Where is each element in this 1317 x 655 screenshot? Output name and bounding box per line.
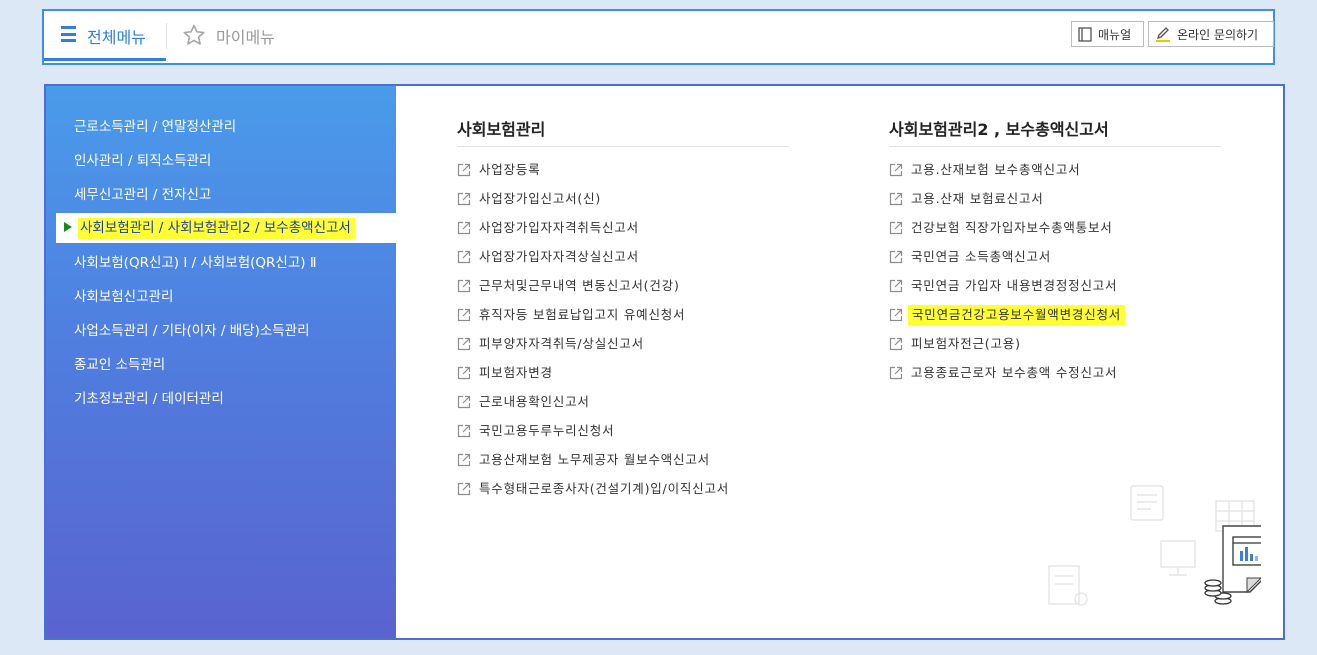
manual-button[interactable]: 매뉴얼 [1071, 21, 1144, 47]
sidebar-item-hr[interactable]: 인사관리 / 퇴직소득관리 [74, 151, 211, 171]
menu-panel: 근로소득관리 / 연말정산관리 인사관리 / 퇴직소득관리 세무신고관리 / 전… [44, 84, 1285, 640]
star-icon [183, 24, 205, 45]
external-link-icon [889, 279, 903, 293]
sidebar-item-qr[interactable]: 사회보험(QR신고) Ⅰ / 사회보험(QR신고) Ⅱ [74, 253, 316, 273]
sidebar-item-religious[interactable]: 종교인 소득관리 [74, 355, 165, 375]
menu-link-label: 사업장가입자자격상실신고서 [479, 249, 639, 264]
menu-link-label: 국민연금 가입자 내용변경정정신고서 [911, 278, 1118, 293]
external-link-icon [889, 337, 903, 351]
top-menu-bar: 전체메뉴 마이메뉴 매뉴얼 온라인 문의하기 [42, 9, 1275, 65]
column-divider [457, 146, 789, 147]
external-link-icon [889, 192, 903, 206]
external-link-icon [457, 424, 471, 438]
manual-button-label: 매뉴얼 [1098, 27, 1132, 42]
menu-link-label: 사업장가입자자격취득신고서 [479, 220, 639, 235]
external-link-icon [457, 279, 471, 293]
external-link-icon [457, 366, 471, 380]
online-inquiry-button-label: 온라인 문의하기 [1177, 27, 1259, 42]
external-link-icon [457, 453, 471, 467]
external-link-icon [889, 308, 903, 322]
menu-link-label: 고용.산재보험 보수총액신고서 [911, 162, 1081, 177]
book-icon [1078, 26, 1092, 42]
external-link-icon [457, 482, 471, 496]
column-divider [889, 146, 1221, 147]
tab-all-menu[interactable]: 전체메뉴 [44, 11, 166, 61]
external-link-icon [457, 192, 471, 206]
menu-link-label: 국민연금건강고용보수월액변경신청서 [908, 305, 1126, 325]
menu-link-label: 근무처및근무내역 변동신고서(건강) [479, 278, 680, 293]
external-link-icon [457, 337, 471, 351]
menu-link-label: 국민연금 소득총액신고서 [911, 249, 1052, 264]
tab-divider [166, 23, 167, 49]
sidebar-item-social-insurance[interactable]: 사회보험관리 / 사회보험관리2 / 보수총액신고서 [56, 213, 396, 243]
external-link-icon [457, 163, 471, 177]
menu-link-label: 국민고용두루누리신청서 [479, 423, 615, 438]
external-link-icon [889, 221, 903, 235]
documents-illustration [1048, 485, 1261, 606]
menu-link-label: 고용산재보험 노무제공자 월보수액신고서 [479, 452, 710, 467]
tab-all-menu-label: 전체메뉴 [87, 28, 146, 47]
menu-link-label: 피보험자변경 [479, 365, 553, 380]
external-link-icon [457, 395, 471, 409]
tab-my-menu-label: 마이메뉴 [216, 28, 275, 47]
online-inquiry-button[interactable]: 온라인 문의하기 [1148, 21, 1274, 47]
sidebar-item-income[interactable]: 근로소득관리 / 연말정산관리 [74, 117, 236, 137]
menu-link-label: 사업장가입신고서(신) [479, 191, 602, 206]
sidebar-item-insurance-report[interactable]: 사회보험신고관리 [74, 287, 173, 307]
category-sidebar: 근로소득관리 / 연말정산관리 인사관리 / 퇴직소득관리 세무신고관리 / 전… [46, 86, 396, 638]
menu-link-label: 특수형태근로종사자(건설기계)입/이직신고서 [479, 481, 730, 496]
menu-link-label: 피부양자자격취득/상실신고서 [479, 336, 644, 351]
menu-link-label: 건강보험 직장가입자보수총액통보서 [911, 220, 1113, 235]
menu-link-label: 근로내용확인신고서 [479, 394, 590, 409]
external-link-icon [457, 250, 471, 264]
external-link-icon [457, 308, 471, 322]
column-title-social-insurance-2: 사회보험관리2 , 보수총액신고서 [889, 120, 1109, 139]
sidebar-item-basic-data[interactable]: 기초정보관리 / 데이터관리 [74, 389, 224, 409]
hamburger-icon [61, 26, 76, 42]
external-link-icon [457, 221, 471, 235]
column-title-social-insurance: 사회보험관리 [457, 120, 546, 139]
sidebar-item-business-income[interactable]: 사업소득관리 / 기타(이자 / 배당)소득관리 [74, 321, 310, 341]
sidebar-item-tax[interactable]: 세무신고관리 / 전자신고 [74, 185, 211, 205]
pencil-icon [1156, 27, 1170, 42]
external-link-icon [889, 250, 903, 264]
external-link-icon [889, 163, 903, 177]
sidebar-item-social-insurance-label: 사회보험관리 / 사회보험관리2 / 보수총액신고서 [78, 218, 355, 239]
menu-link-label: 사업장등록 [479, 162, 541, 177]
arrow-right-icon [64, 222, 72, 232]
menu-link-label: 휴직자등 보험료납입고지 유예신청서 [479, 307, 686, 322]
menu-link-label: 고용종료근로자 보수총액 수정신고서 [911, 365, 1118, 380]
menu-link-label: 고용.산재 보험료신고서 [911, 191, 1044, 206]
external-link-icon [889, 366, 903, 380]
menu-link-label: 피보험자전근(고용) [911, 336, 1021, 351]
